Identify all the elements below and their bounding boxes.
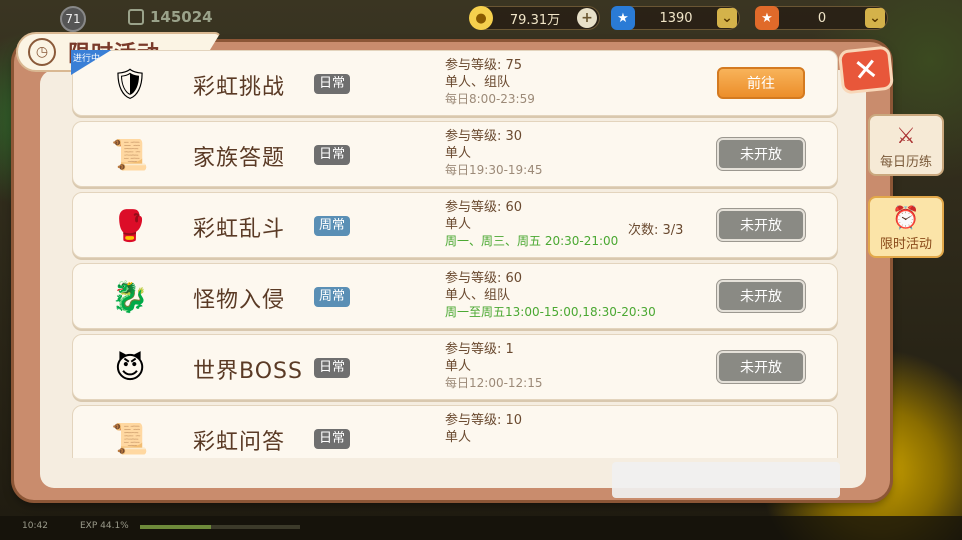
frequency-tag: 周常 [314,216,351,236]
activity-name: 彩虹问答 [193,430,286,455]
gold-resource: ● 79.31万 + [469,6,600,30]
participation-mode: 单人、组队 [445,288,511,303]
activity-icon: 🥊 [111,208,149,244]
activity-time: 周一至周五13:00-15:00,18:30-20:30 [445,305,656,319]
go-button[interactable]: 前往 [717,67,805,99]
participation-mode: 单人 [445,146,472,161]
participation-mode: 单人 [445,430,472,445]
attempt-count: 次数: 3/3 [628,223,684,238]
ticket-icon: ★ [755,6,779,30]
chat-input-overlay[interactable] [612,462,840,498]
activity-time: 每日19:30-19:45 [445,163,543,177]
activity-row[interactable]: 🐉 怪物入侵 周常 参与等级: 60 单人、组队 周一至周五13:00-15:00,… [72,263,838,329]
required-level: 参与等级: 30 [445,129,523,144]
required-level: 参与等级: 1 [445,342,514,357]
frequency-tag: 日常 [314,429,351,449]
frequency-tag: 日常 [314,74,351,94]
clock: 10:42 [22,521,48,531]
close-button[interactable]: ✕ [837,45,895,95]
ticket-value: 0 [817,10,827,26]
combat-power: 145024 [128,8,213,26]
activity-time: 周一、周三、周五 20:30-21:00 [445,234,619,248]
exp-label: EXP 44.1% [80,521,129,531]
participation-mode: 单人、组队 [445,75,511,90]
diamond-value: 1390 [659,10,693,26]
power-icon [128,9,144,25]
activity-icon: 📜 [111,137,149,173]
activity-name: 怪物入侵 [193,288,286,313]
frequency-tag: 日常 [314,145,351,165]
player-level-badge[interactable]: 71 [60,6,86,32]
gold-coin-icon: ● [469,6,493,30]
participation-mode: 单人 [445,359,472,374]
not-open-button[interactable]: 未开放 [717,351,805,383]
activity-icon: 🛡 [110,66,150,102]
required-level: 参与等级: 60 [445,200,523,215]
sword-icon: ⚔ [896,124,916,149]
frequency-tag: 日常 [314,358,351,378]
activity-info: 参与等级: 1 单人 每日12:00-12:15 [445,341,543,392]
diamond-ticket-icon: ★ [611,6,635,30]
activity-info: 参与等级: 75 单人、组队 每日8:00-23:59 [445,57,535,108]
tab-daily-training[interactable]: ⚔ 每日历练 [868,114,944,176]
activity-list: 进行中 🛡 彩虹挑战 日常 参与等级: 75 单人、组队 每日8:00-23:59 前… [46,50,846,458]
expand-diamond-button[interactable]: ⌄ [717,8,737,28]
tab-limited-activity[interactable]: ⏰ 限时活动 [868,196,944,258]
activity-icon: 📜 [111,421,149,457]
required-level: 参与等级: 10 [445,413,523,428]
frequency-tag: 周常 [314,287,351,307]
activity-info: 参与等级: 60 单人、组队 周一至周五13:00-15:00,18:30-20… [445,270,656,321]
not-open-button[interactable]: 未开放 [717,280,805,312]
ticket-resource: ★ 0 ⌄ [755,6,888,30]
exp-bar-fill [140,525,211,529]
activity-name: 彩虹挑战 [193,75,286,100]
exp-bar [140,525,300,529]
not-open-button[interactable]: 未开放 [717,209,805,241]
diamond-resource: ★ 1390 ⌄ [611,6,740,30]
activity-info: 参与等级: 10 单人 [445,412,522,446]
activity-row[interactable]: 进行中 🛡 彩虹挑战 日常 参与等级: 75 单人、组队 每日8:00-23:59 前… [71,50,838,116]
alarm-clock-icon: ⏰ [892,206,920,231]
activity-time: 每日8:00-23:59 [445,92,535,106]
gold-value: 79.31万 [509,12,561,28]
activity-name: 世界BOSS [193,359,303,384]
combat-power-value: 145024 [150,8,213,26]
required-level: 参与等级: 60 [445,271,523,286]
not-open-button[interactable]: 未开放 [717,138,805,170]
top-hud: 71 145024 ● 79.31万 + ★ 1390 ⌄ ★ 0 ⌄ [0,0,962,34]
activity-name: 彩虹乱斗 [193,217,286,242]
participation-mode: 单人 [445,217,472,232]
activity-name: 家族答题 [193,146,286,171]
activity-info: 参与等级: 30 单人 每日19:30-19:45 [445,128,543,179]
status-bar: 10:42 EXP 44.1% [0,516,962,540]
tab-daily-training-label: 每日历练 [879,155,932,170]
activity-icon: 🐉 [111,279,149,315]
add-gold-button[interactable]: + [577,8,597,28]
activity-row[interactable]: 📜 家族答题 日常 参与等级: 30 单人 每日19:30-19:45 未开放 [72,121,838,187]
required-level: 参与等级: 75 [445,58,523,73]
tab-limited-activity-label: 限时活动 [879,237,932,252]
activity-row[interactable]: 📜 彩虹问答 日常 参与等级: 10 单人 [72,405,838,458]
activity-time: 每日12:00-12:15 [445,376,543,390]
activity-icon: 😈 [114,350,146,386]
activity-row[interactable]: 😈 世界BOSS 日常 参与等级: 1 单人 每日12:00-12:15 未开放 [72,334,838,400]
activity-info: 参与等级: 60 单人 周一、周三、周五 20:30-21:00 [445,199,618,250]
activity-row[interactable]: 🥊 彩虹乱斗 周常 参与等级: 60 单人 周一、周三、周五 20:30-21:00… [72,192,838,258]
expand-ticket-button[interactable]: ⌄ [865,8,885,28]
